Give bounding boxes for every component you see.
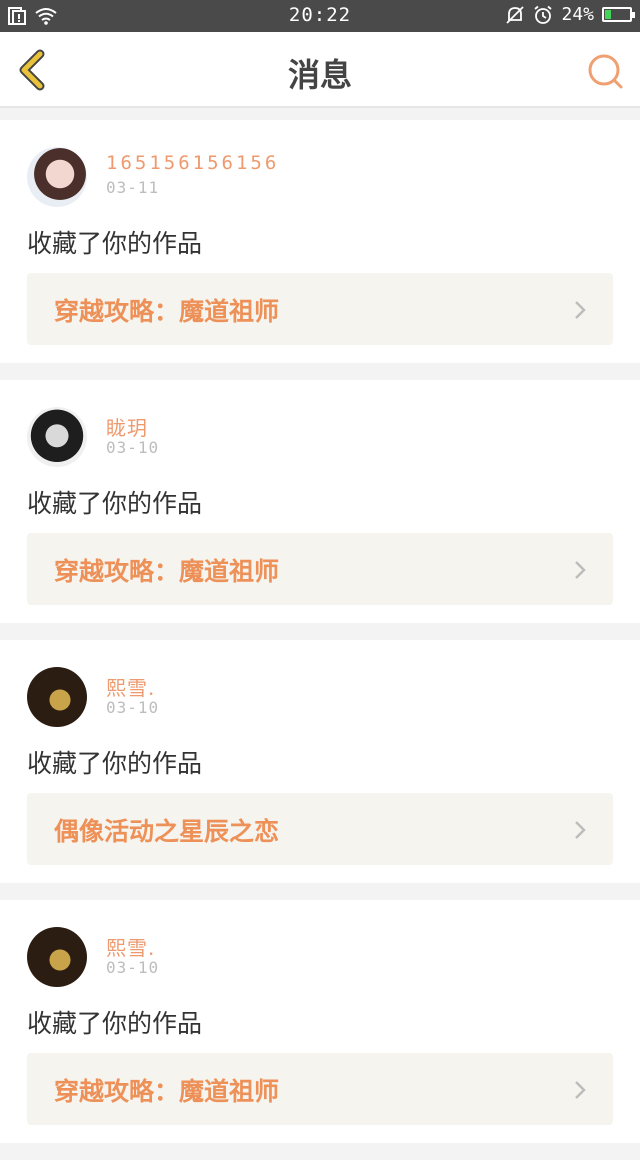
search-icon[interactable] <box>586 52 626 92</box>
header: 消息 <box>0 32 640 108</box>
chevron-right-icon <box>575 561 586 579</box>
alarm-icon <box>534 5 553 24</box>
message-date: 03-10 <box>106 438 160 457</box>
work-title: 偶像活动之星辰之恋 <box>54 817 280 846</box>
work-link[interactable]: 穿越攻略：魔道祖师 <box>27 533 613 605</box>
status-right-icons: 24% <box>505 4 635 25</box>
message-date: 03-11 <box>106 178 160 197</box>
chevron-right-icon <box>575 1081 586 1099</box>
work-link[interactable]: 穿越攻略：魔道祖师 <box>27 273 613 345</box>
message-card: 165156156156 03-11 收藏了你的作品 穿越攻略：魔道祖师 <box>0 120 640 363</box>
message-list: 165156156156 03-11 收藏了你的作品 穿越攻略：魔道祖师 眬玥 … <box>0 120 640 1160</box>
message-card: 熙雪. 03-10 收藏了你的作品 偶像活动之星辰之恋 <box>0 640 640 883</box>
avatar[interactable] <box>27 147 87 207</box>
battery-level-fill <box>605 10 612 19</box>
username[interactable]: 165156156156 <box>106 152 279 174</box>
username[interactable]: 熙雪. <box>106 672 155 701</box>
avatar[interactable] <box>27 407 87 467</box>
username[interactable]: 熙雪. <box>106 932 155 961</box>
status-bar: 20:22 24% <box>0 0 640 32</box>
message-date: 03-10 <box>106 958 160 977</box>
work-link[interactable]: 偶像活动之星辰之恋 <box>27 793 613 865</box>
chevron-right-icon <box>575 301 586 319</box>
avatar[interactable] <box>27 667 87 727</box>
action-text: 收藏了你的作品 <box>27 489 203 518</box>
username[interactable]: 眬玥 <box>106 412 148 441</box>
action-text: 收藏了你的作品 <box>27 749 203 778</box>
work-title: 穿越攻略：魔道祖师 <box>54 1077 280 1106</box>
battery-percent: 24% <box>561 4 594 25</box>
action-text: 收藏了你的作品 <box>27 229 203 258</box>
mute-icon <box>506 5 525 24</box>
work-title: 穿越攻略：魔道祖师 <box>54 297 280 326</box>
work-title: 穿越攻略：魔道祖师 <box>54 557 280 586</box>
page-title: 消息 <box>287 56 352 94</box>
message-card: 熙雪. 03-10 收藏了你的作品 穿越攻略：魔道祖师 <box>0 900 640 1143</box>
action-text: 收藏了你的作品 <box>27 1009 203 1038</box>
avatar[interactable] <box>27 927 87 987</box>
work-link[interactable]: 穿越攻略：魔道祖师 <box>27 1053 613 1125</box>
chevron-right-icon <box>575 821 586 839</box>
message-card: 眬玥 03-10 收藏了你的作品 穿越攻略：魔道祖师 <box>0 380 640 623</box>
battery-icon <box>602 7 635 22</box>
message-date: 03-10 <box>106 698 160 717</box>
